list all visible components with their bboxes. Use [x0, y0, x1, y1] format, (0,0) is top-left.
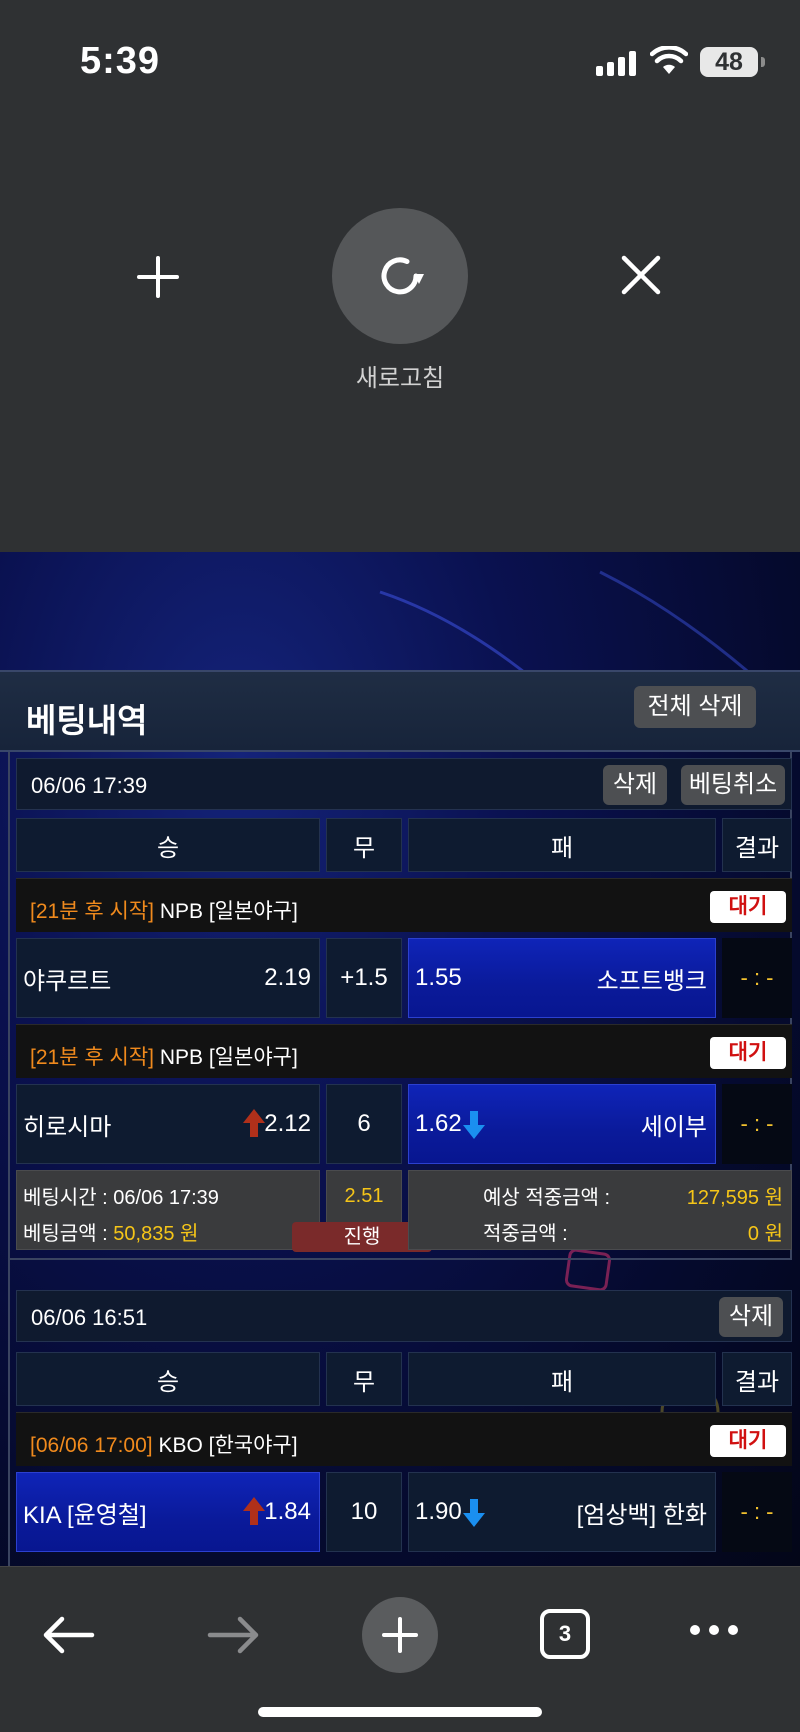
- new-tab-button[interactable]: [362, 1597, 438, 1673]
- bet-date: 06/06 16:51: [31, 1305, 148, 1330]
- delete-all-button[interactable]: 전체 삭제: [634, 686, 756, 728]
- column-header-lose: 패: [408, 818, 716, 872]
- betting-history-header: 베팅내역 전체 삭제: [0, 670, 800, 752]
- game-start-time: [21분 후 시작]: [30, 1046, 154, 1069]
- bet-summary-left: 베팅시간 : 06/06 17:39 베팅금액 : 50,835 원: [16, 1170, 320, 1250]
- odds-up-arrow-icon: [243, 1497, 265, 1525]
- refresh-label: 새로고침: [355, 365, 445, 392]
- handicap-cell[interactable]: +1.5: [326, 938, 402, 1018]
- refresh-icon: [381, 257, 424, 295]
- bet-amount: 50,835 원: [113, 1223, 199, 1245]
- bet-amount-label: 베팅금액 :: [23, 1223, 108, 1245]
- column-header-result: 결과: [722, 818, 792, 872]
- column-header-lose: 패: [408, 1352, 716, 1406]
- refresh-button[interactable]: [332, 208, 468, 344]
- away-team-cell[interactable]: 1.55 소프트뱅크: [408, 938, 716, 1018]
- game-league: [21분 후 시작] NPB [일본야구]: [30, 895, 298, 925]
- handicap-cell[interactable]: 10: [326, 1472, 402, 1552]
- score: - : -: [722, 938, 792, 1018]
- status-badge: 대기: [710, 891, 786, 923]
- bet-amount-row: 베팅금액 : 50,835 원: [23, 1217, 198, 1246]
- hit-amount-label: 적중금액 :: [483, 1223, 568, 1245]
- score: - : -: [722, 1084, 792, 1164]
- odds-up-arrow-icon: [243, 1109, 265, 1137]
- battery-indicator: 48: [700, 47, 765, 77]
- league-name: KBO [한국야구]: [158, 1434, 298, 1457]
- away-odds: 1.90: [415, 1498, 462, 1525]
- game-league: [06/06 17:00] KBO [한국야구]: [30, 1429, 298, 1459]
- home-odds: 2.19: [264, 964, 311, 991]
- odds-down-arrow-icon: [463, 1111, 485, 1139]
- odds-down-arrow-icon: [463, 1499, 485, 1527]
- bet-date: 06/06 17:39: [31, 773, 148, 798]
- status-badge: 대기: [710, 1037, 786, 1069]
- wifi-icon: [650, 46, 688, 74]
- game-start-time: [21분 후 시작]: [30, 900, 154, 923]
- bet-card: 06/06 16:51 삭제 승 무 패 결과 [06/06 17:00] KB…: [8, 1256, 792, 1566]
- home-team-cell[interactable]: 히로시마 2.12: [16, 1084, 320, 1164]
- away-team-name: [엄상백] 한화: [576, 1501, 707, 1529]
- column-header-draw: 무: [326, 1352, 402, 1406]
- status-bar: 5:39 48: [0, 0, 800, 120]
- total-odds: 2.51: [344, 1185, 384, 1207]
- bet-card-header: 06/06 17:39 삭제 베팅취소: [16, 758, 792, 810]
- league-name: NPB [일본야구]: [159, 900, 298, 923]
- browser-toolbar: 3: [0, 1566, 800, 1732]
- score: - : -: [722, 1472, 792, 1552]
- game-league-row: [21분 후 시작] NPB [일본야구] 대기: [16, 1024, 792, 1078]
- home-team-cell[interactable]: KIA [윤영철] 1.84: [16, 1472, 320, 1552]
- cellular-signal-icon: [596, 50, 636, 76]
- back-arrow-icon[interactable]: [40, 1615, 96, 1655]
- expected-win-label: 예상 적중금액 :: [483, 1187, 611, 1209]
- new-tab-plus-icon[interactable]: [128, 248, 188, 308]
- game-league: [21분 후 시작] NPB [일본야구]: [30, 1041, 298, 1071]
- away-team-name: 소프트뱅크: [596, 967, 707, 995]
- league-name: NPB [일본야구]: [159, 1046, 298, 1069]
- bet-card: 06/06 17:39 삭제 베팅취소 승 무 패 결과 [21분 후 시작] …: [8, 752, 792, 1260]
- handicap-cell[interactable]: 6: [326, 1084, 402, 1164]
- home-team-cell[interactable]: 야쿠르트 2.19: [16, 938, 320, 1018]
- home-odds: 2.12: [264, 1110, 311, 1137]
- column-header-draw: 무: [326, 818, 402, 872]
- home-team-name: 야쿠르트: [23, 967, 112, 995]
- column-header-result: 결과: [722, 1352, 792, 1406]
- away-odds: 1.55: [415, 964, 462, 991]
- tabs-button[interactable]: 3: [540, 1609, 590, 1659]
- away-team-cell[interactable]: 1.90 [엄상백] 한화: [408, 1472, 716, 1552]
- delete-button[interactable]: 삭제: [603, 765, 667, 805]
- status-badge: 대기: [710, 1425, 786, 1457]
- home-team-name: KIA [윤영철]: [23, 1501, 147, 1529]
- forward-arrow-icon[interactable]: [206, 1615, 262, 1655]
- away-team-name: 세이부: [640, 1113, 707, 1141]
- home-team-name: 히로시마: [23, 1113, 112, 1141]
- page-title: 베팅내역: [26, 702, 148, 739]
- hit-amount: 0 원: [747, 1223, 783, 1245]
- more-options-icon[interactable]: [690, 1625, 738, 1635]
- home-indicator: [258, 1707, 542, 1717]
- expected-win-amount: 127,595 원: [686, 1187, 783, 1209]
- bet-card-header: 06/06 16:51 삭제: [16, 1290, 792, 1342]
- away-odds: 1.62: [415, 1110, 462, 1137]
- game-league-row: [21분 후 시작] NPB [일본야구] 대기: [16, 878, 792, 932]
- home-odds: 1.84: [264, 1498, 311, 1525]
- cancel-bet-button[interactable]: 베팅취소: [681, 765, 785, 805]
- away-team-cell[interactable]: 1.62 세이부: [408, 1084, 716, 1164]
- bet-summary-right: 예상 적중금액 : 127,595 원 적중금액 : 0 원: [408, 1170, 792, 1250]
- close-icon[interactable]: [616, 250, 666, 300]
- bet-time: 베팅시간 : 06/06 17:39: [23, 1187, 219, 1209]
- clock: 5:39: [80, 40, 161, 82]
- game-league-row: [06/06 17:00] KBO [한국야구] 대기: [16, 1412, 792, 1466]
- delete-button[interactable]: 삭제: [719, 1297, 783, 1337]
- column-header-win: 승: [16, 818, 320, 872]
- column-header-win: 승: [16, 1352, 320, 1406]
- game-start-time: [06/06 17:00]: [30, 1434, 153, 1457]
